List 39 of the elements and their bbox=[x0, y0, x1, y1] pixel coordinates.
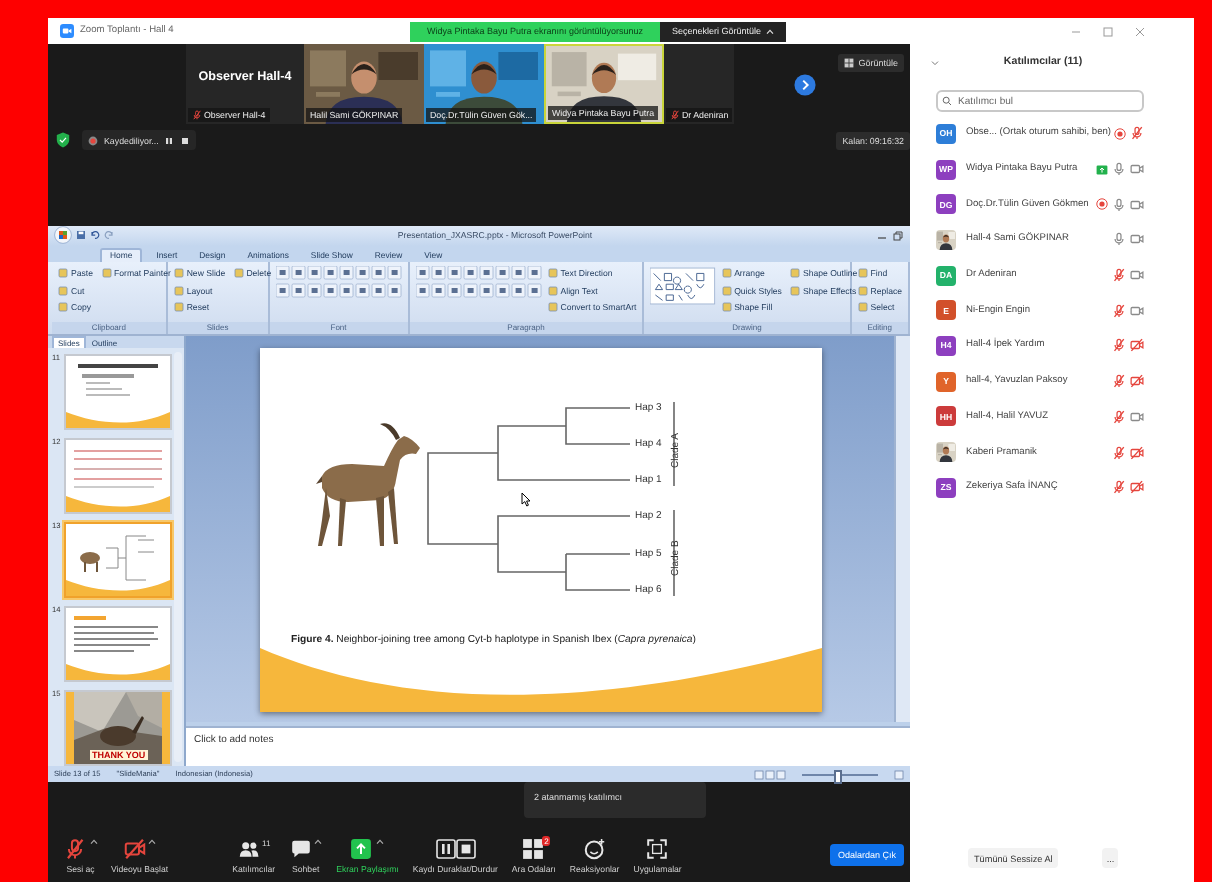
reaction-icon bbox=[583, 837, 606, 859]
search-icon bbox=[942, 96, 952, 106]
tool-icon bbox=[233, 268, 244, 279]
slide-thumbnail[interactable] bbox=[64, 354, 172, 431]
undo-icon[interactable] bbox=[90, 230, 100, 241]
scrollbar[interactable] bbox=[174, 352, 182, 763]
office-button[interactable] bbox=[54, 226, 72, 245]
muted-mic-icon bbox=[192, 110, 202, 120]
slide-thumbnail[interactable] bbox=[64, 606, 172, 683]
pause-button[interactable] bbox=[164, 135, 175, 145]
muted-mic-icon bbox=[670, 110, 680, 120]
people-icon bbox=[237, 837, 260, 859]
caret-icon[interactable] bbox=[375, 837, 384, 845]
grid-icon bbox=[844, 58, 855, 68]
shield-icon bbox=[56, 132, 70, 148]
pause-stop-icon bbox=[435, 837, 476, 859]
move-cursor-icon bbox=[519, 491, 533, 508]
record-icon bbox=[88, 135, 98, 145]
next-page-button[interactable] bbox=[794, 73, 816, 95]
shapes-gallery-drawing[interactable] bbox=[650, 265, 716, 306]
chat-icon bbox=[289, 837, 312, 859]
save-icon[interactable] bbox=[76, 230, 86, 241]
slide-thumbnail[interactable] bbox=[64, 438, 172, 515]
caret-icon[interactable] bbox=[314, 837, 323, 845]
apps-icon bbox=[646, 837, 669, 859]
caret-icon[interactable] bbox=[89, 837, 97, 845]
restore-icon[interactable] bbox=[892, 229, 904, 242]
zoom-logo-icon bbox=[60, 24, 74, 38]
bracket-line bbox=[672, 400, 674, 486]
slide-thumbnail[interactable] bbox=[64, 522, 172, 599]
caret-icon[interactable] bbox=[148, 837, 157, 845]
bracket-line bbox=[672, 508, 674, 596]
slider-thumb[interactable] bbox=[834, 769, 843, 784]
close-icon[interactable] bbox=[1134, 25, 1146, 37]
tool-icon bbox=[101, 268, 111, 279]
goat-drawing bbox=[315, 422, 419, 546]
stop-button[interactable] bbox=[180, 135, 191, 145]
grid-icon bbox=[522, 837, 545, 859]
scrollbar[interactable] bbox=[894, 336, 910, 723]
